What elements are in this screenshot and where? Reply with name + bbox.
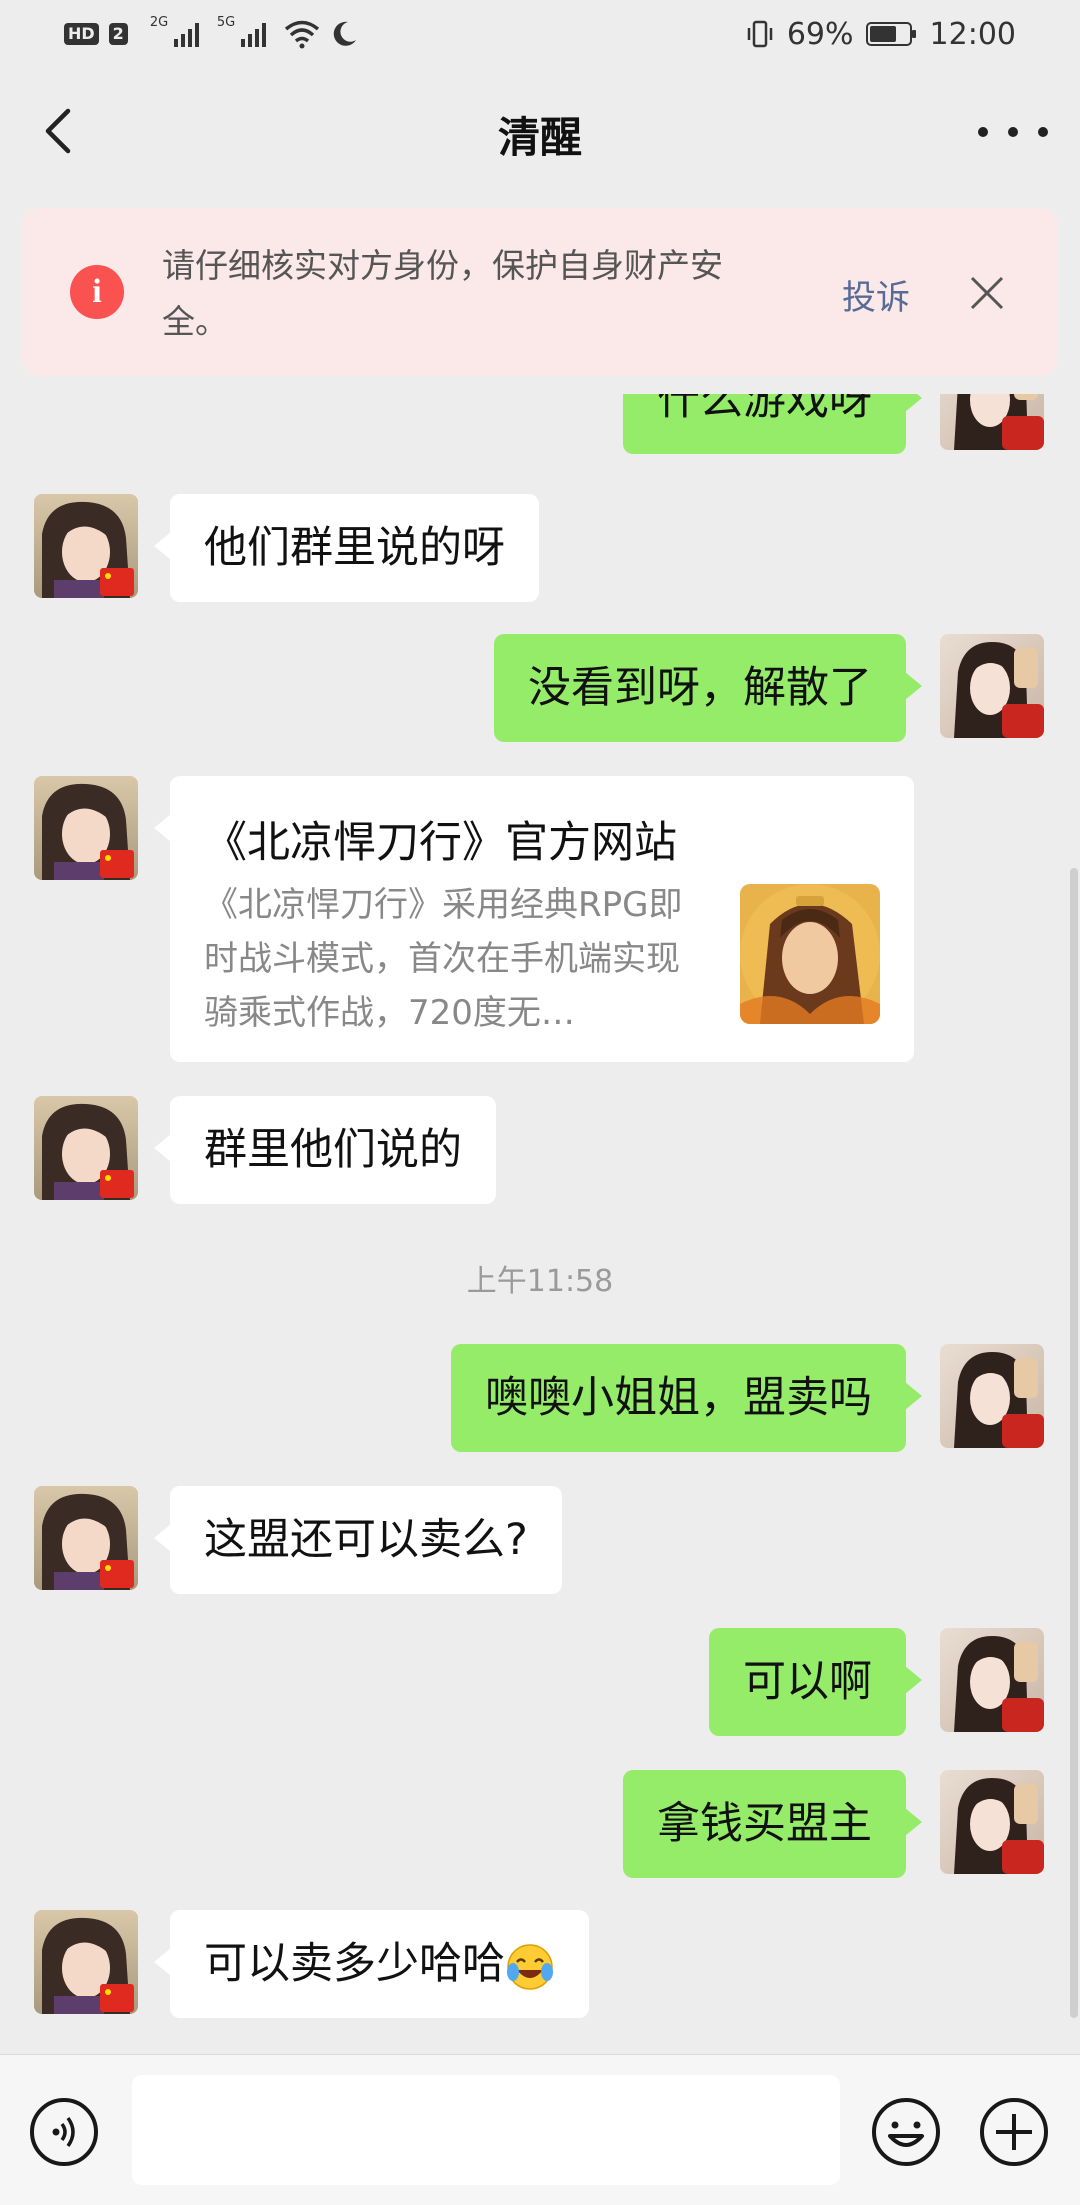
signal-label-2: 5G: [216, 15, 236, 30]
message-bubble-outgoing[interactable]: 什么游戏呀: [623, 394, 922, 454]
link-card-title: 《北凉悍刀行》官方网站: [204, 818, 677, 868]
status-bar: HD 2 2G 5G 69% 12:00: [0, 0, 1080, 68]
message-bubble-incoming[interactable]: 可以卖多少哈哈: [154, 1910, 589, 2018]
input-bar: [0, 2054, 1080, 2205]
voice-icon[interactable]: [28, 2096, 100, 2168]
hd-badge: HD: [64, 23, 99, 45]
status-right: 69% 12:00: [745, 14, 1016, 54]
vibrate-icon: [747, 20, 773, 48]
report-link[interactable]: 投诉: [842, 270, 910, 319]
signal-icon-2: 5G: [217, 15, 266, 47]
plus-icon[interactable]: [978, 2096, 1050, 2168]
wifi-icon: [284, 20, 319, 49]
status-left: HD 2 2G 5G: [64, 14, 358, 54]
link-card-description: 《北凉悍刀行》采用经典RPG即时战斗模式，首次在手机端实现骑乘式作战，720度无…: [204, 885, 683, 1033]
page-title: 清醒: [497, 113, 582, 162]
message-bubble-outgoing[interactable]: 拿钱买盟主: [623, 1770, 922, 1878]
avatar-contact[interactable]: [34, 1910, 138, 2014]
message-bubble-incoming[interactable]: 群里他们说的: [154, 1096, 496, 1204]
timestamp: 上午11:58: [466, 1264, 614, 1299]
avatar-self[interactable]: [940, 394, 1044, 450]
message-list[interactable]: 什么游戏呀 他们群里说的呀 没看到呀，解散了 《北凉悍刀行》官方网站 《北凉悍刀…: [0, 394, 1080, 2054]
clock: 12:00: [929, 16, 1016, 52]
battery-percent: 69%: [786, 16, 854, 52]
link-card[interactable]: 《北凉悍刀行》官方网站 《北凉悍刀行》采用经典RPG即时战斗模式，首次在手机端实…: [154, 776, 914, 1062]
signal-label-1: 2G: [149, 15, 169, 30]
more-icon[interactable]: [978, 112, 1048, 152]
smiley-icon[interactable]: [870, 2096, 942, 2168]
signal-icon-1: 2G: [150, 15, 199, 47]
message-bubble-outgoing[interactable]: 噢噢小姐姐，盟卖吗: [451, 1344, 922, 1452]
scrollbar[interactable]: [1070, 868, 1078, 2018]
moon-icon: [333, 21, 356, 46]
message-text: 可以卖多少哈哈: [204, 1939, 505, 1989]
warning-text: 请仔细核实对方身份，保护自身财产安全。: [162, 246, 723, 341]
message-input[interactable]: [132, 2075, 840, 2185]
message-bubble-incoming[interactable]: 他们群里说的呀: [154, 494, 539, 602]
avatar-self[interactable]: [940, 634, 1044, 738]
message-bubble-incoming[interactable]: 这盟还可以卖么?: [154, 1486, 562, 1594]
avatar-contact[interactable]: [34, 1096, 138, 1200]
link-card-thumbnail: [740, 884, 880, 1024]
info-alert-icon: i: [70, 265, 124, 319]
battery-fill: [869, 26, 896, 42]
sim-badge: 2: [108, 23, 128, 45]
avatar-contact[interactable]: [34, 776, 138, 880]
message-bubble-outgoing[interactable]: 没看到呀，解散了: [494, 634, 922, 742]
avatar-self[interactable]: [940, 1770, 1044, 1874]
avatar-contact[interactable]: [34, 494, 138, 598]
chat-header: 清醒: [0, 68, 1080, 194]
security-warning-banner: i 请仔细核实对方身份，保护自身财产安全。 投诉: [22, 208, 1058, 376]
laughing-tears-emoji: [507, 1943, 553, 1990]
avatar-self[interactable]: [940, 1628, 1044, 1732]
battery-icon: [865, 22, 916, 46]
avatar-self[interactable]: [940, 1344, 1044, 1448]
avatar-contact[interactable]: [34, 1486, 138, 1590]
close-icon[interactable]: [968, 274, 1006, 312]
message-bubble-outgoing[interactable]: 可以啊: [709, 1628, 922, 1736]
